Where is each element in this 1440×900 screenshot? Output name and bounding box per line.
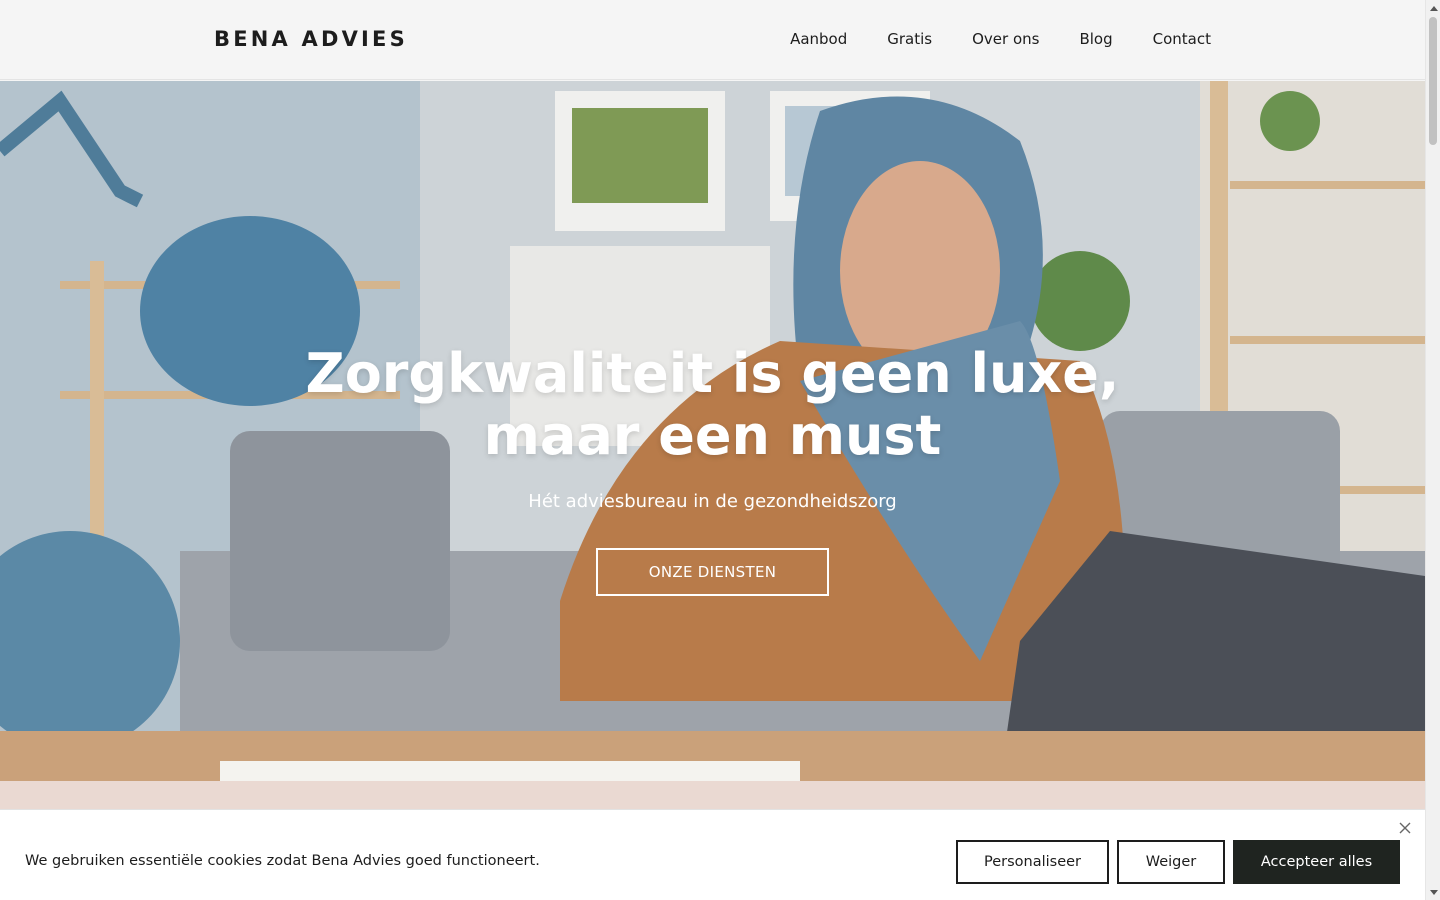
nav-item-gratis[interactable]: Gratis	[887, 30, 932, 48]
services-button[interactable]: ONZE DIENSTEN	[596, 548, 829, 596]
scrollbar-thumb[interactable]	[1429, 17, 1437, 145]
hero-title-line1: Zorgkwaliteit is geen luxe,	[305, 342, 1120, 405]
vertical-scrollbar[interactable]	[1425, 0, 1440, 900]
nav-item-blog[interactable]: Blog	[1079, 30, 1112, 48]
main-nav: Aanbod Gratis Over ons Blog Contact	[790, 30, 1211, 48]
nav-item-aanbod[interactable]: Aanbod	[790, 30, 847, 48]
cookie-message: We gebruiken essentiële cookies zodat Be…	[25, 853, 540, 869]
nav-item-over-ons[interactable]: Over ons	[972, 30, 1039, 48]
hero-title-line2: maar een must	[483, 404, 942, 467]
site-header: BENA ADVIES Aanbod Gratis Over ons Blog …	[0, 0, 1425, 80]
hero-title: Zorgkwaliteit is geen luxe, maar een mus…	[0, 343, 1425, 467]
personalise-button[interactable]: Personaliseer	[956, 840, 1109, 884]
hero-content: Zorgkwaliteit is geen luxe, maar een mus…	[0, 343, 1425, 596]
hero-subtitle: Hét adviesbureau in de gezondheidszorg	[528, 491, 897, 512]
scroll-up-arrow-icon[interactable]	[1426, 0, 1440, 15]
site-logo[interactable]: BENA ADVIES	[214, 27, 408, 51]
cookie-banner: We gebruiken essentiële cookies zodat Be…	[0, 809, 1425, 900]
accept-all-button[interactable]: Accepteer alles	[1233, 840, 1400, 884]
close-icon[interactable]	[1398, 820, 1412, 834]
hero-section: Zorgkwaliteit is geen luxe, maar een mus…	[0, 81, 1425, 781]
decline-button[interactable]: Weiger	[1117, 840, 1225, 884]
scroll-down-arrow-icon[interactable]	[1426, 885, 1440, 900]
nav-item-contact[interactable]: Contact	[1153, 30, 1211, 48]
